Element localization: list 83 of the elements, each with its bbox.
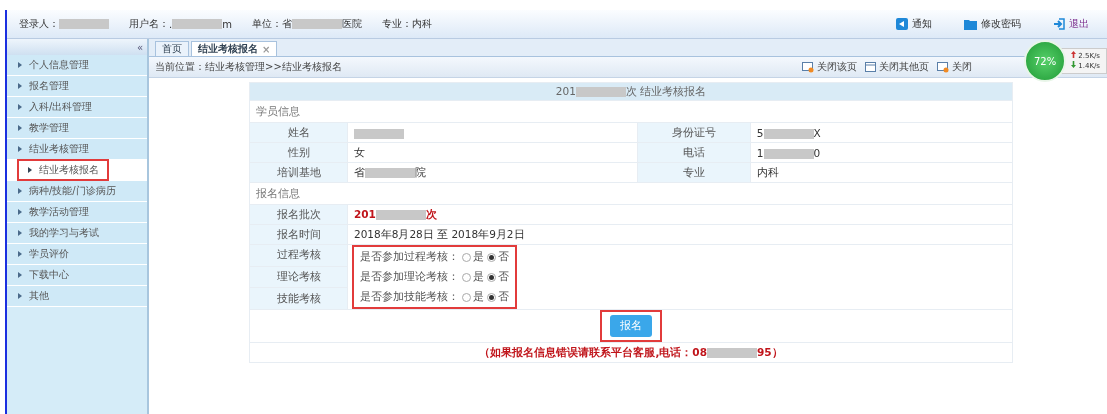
arrow-up-icon (1071, 51, 1077, 58)
triangle-icon (17, 146, 23, 152)
question-label: 是否参加技能考核： (360, 290, 459, 304)
radio-option[interactable]: 否 (487, 290, 509, 304)
section-heading: 学员信息 (249, 100, 1013, 123)
triangle-icon (17, 230, 23, 236)
window-close-icon (937, 61, 949, 73)
redaction-block (172, 19, 223, 29)
toolbar-button[interactable]: 关闭其他页 (861, 60, 933, 74)
header-info: 单位：省 医院 (251, 17, 362, 31)
field-value: 内科 (750, 162, 1013, 183)
triangle-icon (17, 251, 23, 257)
redaction-block (354, 128, 404, 139)
field-label: 技能考核 (249, 287, 348, 310)
sidebar-item[interactable]: 我的学习与考试 (7, 223, 147, 244)
redaction-block (291, 19, 342, 29)
redaction-block (59, 19, 109, 29)
triangle-icon (17, 272, 23, 278)
radio-option[interactable]: 否 (487, 270, 509, 284)
question-label: 是否参加过程考核： (360, 250, 459, 264)
window-close-icon (802, 61, 814, 73)
window-icon (865, 62, 876, 72)
triangle-icon (17, 293, 23, 299)
field-label: 理论考核 (249, 266, 348, 288)
field-label: 报名时间 (249, 224, 348, 245)
field-label: 性别 (249, 142, 348, 163)
sidebar-item[interactable]: 学员评价 (7, 244, 147, 265)
redaction-block (365, 167, 415, 178)
triangle-icon (17, 104, 23, 110)
tab[interactable]: 首页 (155, 41, 189, 56)
redaction-block (763, 148, 814, 159)
field-value: 省 院 (347, 162, 638, 183)
sidebar-item[interactable]: 其他 (7, 286, 147, 307)
question-label: 是否参加理论考核： (360, 270, 459, 284)
toolbar-button[interactable]: 关闭该页 (798, 60, 861, 74)
header-info: 专业：内科 (381, 17, 432, 31)
triangle-icon (27, 167, 33, 173)
field-value: 1 0 (750, 142, 1013, 163)
field-value: 201 次 (347, 204, 1013, 225)
contact-note: （如果报名信息错误请联系平台客服,电话：08 95） (249, 342, 1013, 363)
tab[interactable]: 结业考核报名 × (191, 41, 278, 56)
field-value: 2018年8月28日 至 2018年9月2日 (347, 224, 1013, 245)
breadcrumb: 当前位置：结业考核管理>>结业考核报名 (155, 60, 342, 74)
header-link[interactable]: 退出 (1047, 17, 1095, 31)
sidebar-item[interactable]: 入科/出科管理 (7, 97, 147, 118)
toolbar-button[interactable]: 关闭 (933, 60, 976, 74)
redaction-block (575, 86, 626, 97)
redaction-block (375, 209, 426, 220)
form-title: 201 次 结业考核报名 (249, 82, 1013, 101)
arrow-down-icon (1071, 61, 1077, 68)
field-label: 姓名 (249, 122, 348, 143)
header-link[interactable]: 通知 (890, 17, 938, 31)
radio-option[interactable]: 是 (462, 270, 484, 284)
message-icon (896, 18, 908, 30)
sidebar-item[interactable]: 教学活动管理 (7, 202, 147, 223)
sidebar-item[interactable]: 教学管理 (7, 118, 147, 139)
sidebar-item[interactable]: 病种/技能/门诊病历 (7, 181, 147, 202)
folder-icon (964, 18, 977, 30)
header-info: 用户名：. m (129, 17, 232, 31)
triangle-icon (17, 125, 23, 131)
header-info: 登录人： (19, 17, 109, 31)
field-label: 培训基地 (249, 162, 348, 183)
sidebar-item[interactable]: 下载中心 (7, 265, 147, 286)
field-value: 5 X (750, 122, 1013, 143)
radio-option[interactable]: 否 (487, 250, 509, 264)
redaction-block (763, 128, 814, 139)
radio-option[interactable]: 是 (462, 250, 484, 264)
logout-icon (1053, 18, 1065, 30)
header-link[interactable]: 修改密码 (958, 17, 1027, 31)
sidebar-item[interactable]: 报名管理 (7, 76, 147, 97)
radio-option[interactable]: 是 (462, 290, 484, 304)
section-heading: 报名信息 (249, 182, 1013, 205)
triangle-icon (17, 62, 23, 68)
field-label: 过程考核 (249, 244, 348, 267)
sidebar-item[interactable]: 个人信息管理 (7, 55, 147, 76)
collapse-button[interactable]: « (136, 41, 143, 53)
sidebar-item[interactable]: 结业考核管理 (7, 139, 147, 160)
triangle-icon (17, 188, 23, 194)
triangle-icon (17, 209, 23, 215)
field-value: 女 (347, 142, 638, 163)
field-label: 报名批次 (249, 204, 348, 225)
triangle-icon (17, 83, 23, 89)
redaction-block (707, 347, 757, 358)
